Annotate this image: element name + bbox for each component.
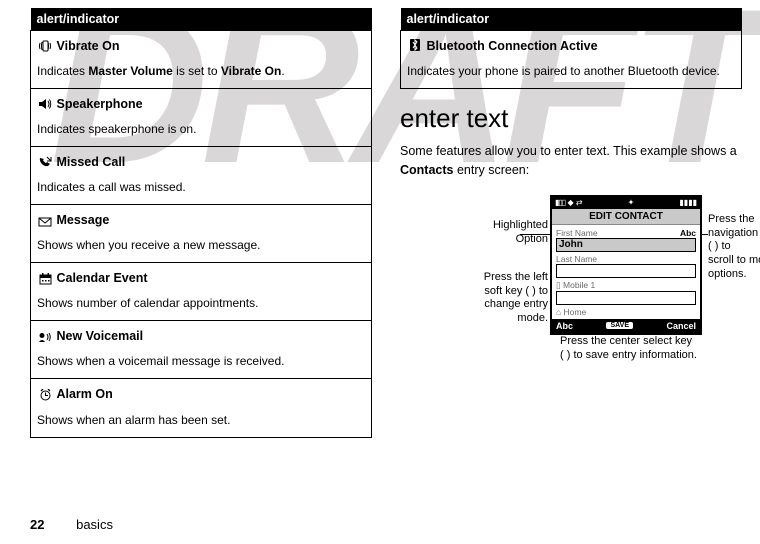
row-calendar: Calendar Event Shows number of calendar …: [31, 263, 372, 321]
field2-input[interactable]: [556, 264, 696, 278]
speakerphone-desc: Indicates speakerphone is on.: [37, 120, 365, 138]
phone-title: EDIT CONTACT: [552, 209, 700, 225]
field3-input[interactable]: [556, 291, 696, 305]
alert-header-right: alert/indicator: [401, 8, 742, 31]
field1-input[interactable]: John: [556, 238, 696, 252]
row-speakerphone: Speakerphone Indicates speakerphone is o…: [31, 89, 372, 147]
row-message: Message Shows when you receive a new mes…: [31, 205, 372, 263]
calendar-title: Calendar Event: [56, 271, 147, 285]
voicemail-title: New Voicemail: [56, 329, 143, 343]
field2-label: Last Name: [556, 254, 597, 264]
alarm-icon: [37, 386, 53, 405]
message-title: Message: [56, 213, 109, 227]
callout-leftsoft: Press the left soft key ( ) to change en…: [448, 271, 548, 326]
row-voicemail: New Voicemail Shows when a voicemail mes…: [31, 321, 372, 379]
voicemail-icon: [37, 328, 53, 347]
left-column: alert/indicator Vibrate On Indicates Mas…: [30, 8, 390, 544]
section-heading: enter text: [400, 103, 742, 134]
bluetooth-desc: Indicates your phone is paired to anothe…: [407, 62, 735, 80]
bluetooth-icon: [407, 37, 423, 56]
alert-table-left: alert/indicator Vibrate On Indicates Mas…: [30, 8, 372, 438]
callout-center: Press the center select key ( ) to save …: [560, 335, 760, 363]
vibrate-desc: Indicates Master Volume is set to Vibrat…: [37, 62, 365, 80]
phone-screen: ▮▯▯ ◆ ⇄ ✦ ▮▮▮▮ EDIT CONTACT First Name Ab…: [550, 195, 702, 335]
vibrate-icon: [37, 37, 53, 56]
row-bluetooth: Bluetooth Connection Active Indicates yo…: [401, 31, 742, 89]
field1-mode: Abc: [680, 228, 696, 238]
softkey-left[interactable]: Abc: [556, 321, 573, 331]
callout-navkey: Press the navigation key ( ) to scroll t…: [708, 213, 760, 282]
section-intro: Some features allow you to enter text. T…: [400, 142, 742, 181]
softkey-center[interactable]: SAVE: [606, 322, 633, 329]
callout-highlighted: HighlightedOption: [458, 219, 548, 247]
alarm-title: Alarm On: [56, 387, 112, 401]
speakerphone-title: Speakerphone: [56, 97, 142, 111]
row-missed: Missed Call Indicates a call was missed.: [31, 147, 372, 205]
phone-statusbar: ▮▯▯ ◆ ⇄ ✦ ▮▮▮▮: [552, 197, 700, 209]
field3-label: ▯ Mobile 1: [556, 280, 595, 291]
bluetooth-title: Bluetooth Connection Active: [426, 39, 597, 53]
missed-call-icon: [37, 153, 53, 172]
alarm-desc: Shows when an alarm has been set.: [37, 411, 365, 429]
message-icon: [37, 212, 53, 231]
field4-label: ⌂ Home: [556, 307, 586, 317]
voicemail-desc: Shows when a voicemail message is receiv…: [37, 352, 365, 370]
field1-label: First Name: [556, 228, 598, 238]
softkey-right[interactable]: Cancel: [666, 321, 696, 331]
message-desc: Shows when you receive a new message.: [37, 236, 365, 254]
calendar-desc: Shows number of calendar appointments.: [37, 294, 365, 312]
phone-diagram: HighlightedOption Press the left soft ke…: [400, 195, 742, 375]
calendar-icon: [37, 270, 53, 289]
right-column: alert/indicator Bluetooth Connection Act…: [390, 8, 742, 544]
missed-title: Missed Call: [56, 155, 125, 169]
row-alarm: Alarm On Shows when an alarm has been se…: [31, 379, 372, 437]
speaker-icon: [37, 95, 53, 114]
missed-desc: Indicates a call was missed.: [37, 178, 365, 196]
alert-header-left: alert/indicator: [31, 8, 372, 31]
alert-table-right: alert/indicator Bluetooth Connection Act…: [400, 8, 742, 89]
row-vibrate: Vibrate On Indicates Master Volume is se…: [31, 31, 372, 89]
vibrate-title: Vibrate On: [56, 39, 119, 53]
